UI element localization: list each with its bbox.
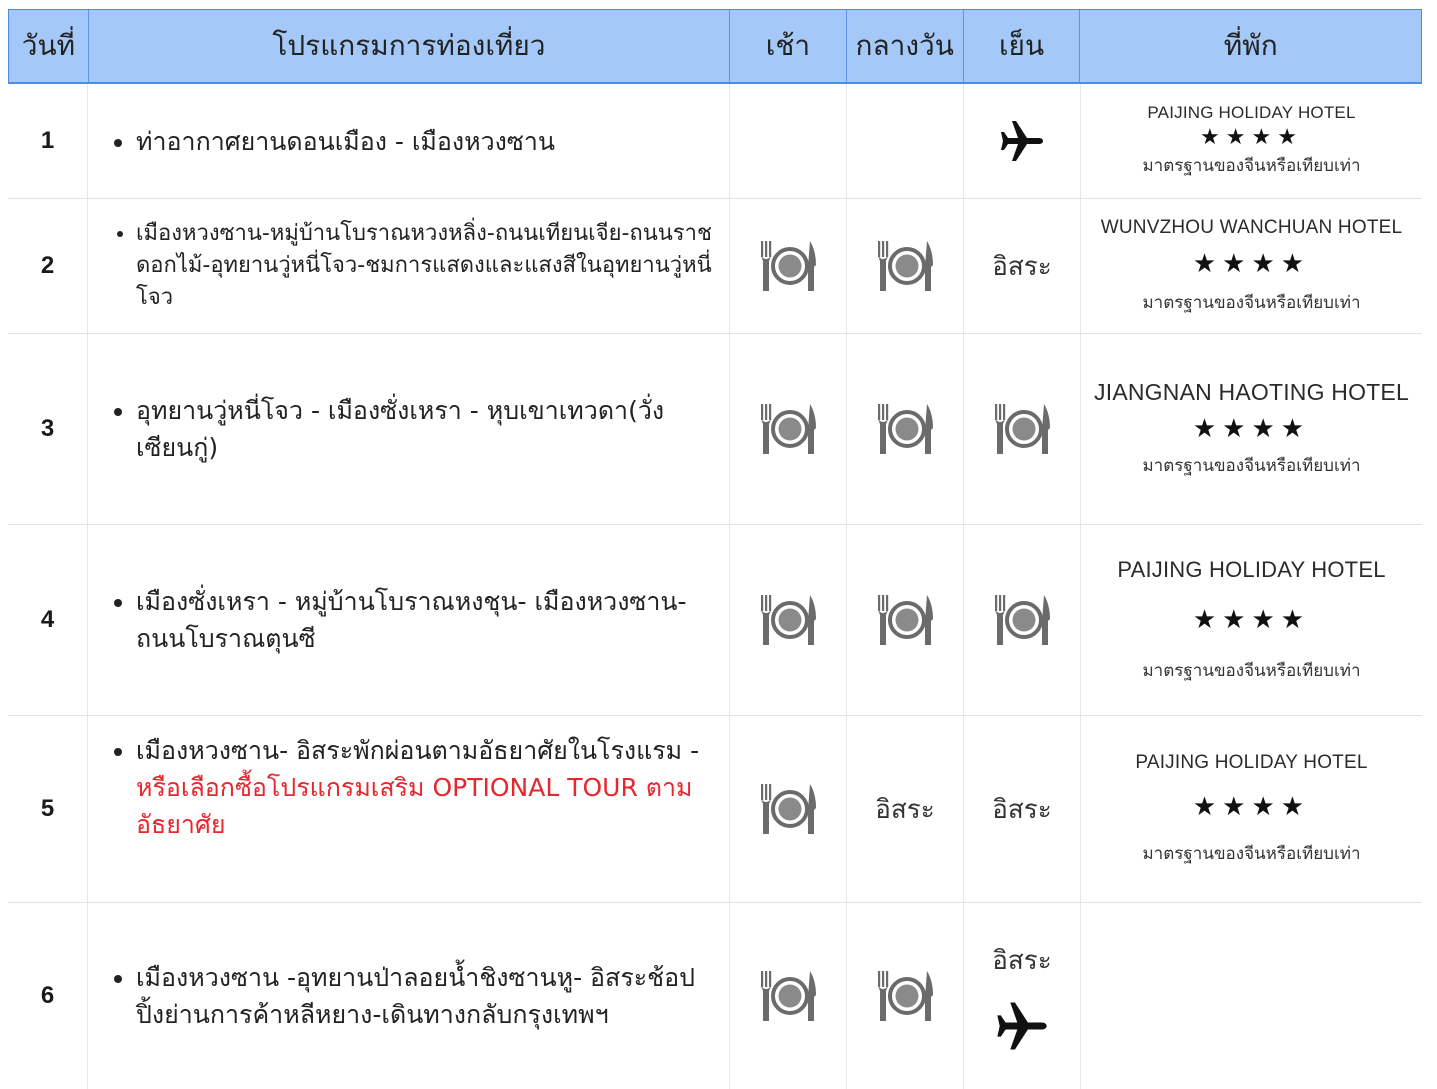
day-number: 2 <box>8 199 88 333</box>
hotel-standard-note: มาตรฐานของจีนหรือเทียบเท่า <box>1142 292 1361 313</box>
program-item: เมืองซั่งเหรา - หมู่บ้านโบราณหงชุน- เมือ… <box>136 583 721 657</box>
hotel-cell: PAIJING HOLIDAY HOTEL ★★★★ มาตรฐานของจีน… <box>1081 84 1422 198</box>
dinner-cell <box>964 334 1081 524</box>
hotel-standard-note: มาตรฐานของจีนหรือเทียบเท่า <box>1142 156 1361 176</box>
star-rating: ★★★★ <box>1200 125 1303 150</box>
program-cell: เมืองหวงซาน -อุทยานป่าลอยน้ำชิงซานหู- อิ… <box>88 903 730 1089</box>
day-number: 1 <box>8 84 88 198</box>
star-rating: ★★★★ <box>1192 414 1311 444</box>
table-header: วันที่ โปรแกรมการท่องเที่ยว เช้า กลางวัน… <box>8 9 1422 84</box>
program-cell: เมืองหวงซาน- อิสระพักผ่อนตามอัธยาศัยในโร… <box>88 716 730 902</box>
hotel-name: PAIJING HOLIDAY HOTEL <box>1135 751 1368 773</box>
hotel-name: JIANGNAN HAOTING HOTEL <box>1094 379 1409 405</box>
hotel-name: PAIJING HOLIDAY HOTEL <box>1117 556 1386 582</box>
star-rating: ★★★★ <box>1192 604 1311 635</box>
breakfast-cell <box>730 903 847 1089</box>
header-hotel: ที่พัก <box>1223 29 1278 62</box>
hotel-cell: PAIJING HOLIDAY HOTEL ★★★★ มาตรฐานของจีน… <box>1081 525 1422 715</box>
header-day: วันที่ <box>9 10 89 82</box>
hotel-cell: JIANGNAN HAOTING HOTEL ★★★★ มาตรฐานของจี… <box>1081 334 1422 524</box>
table-row: 3 อุทยานวู่หนี่โจว - เมืองซั่งเหรา - หุบ… <box>8 334 1422 525</box>
program-cell: ท่าอากาศยานดอนเมือง - เมืองหวงซาน <box>88 84 730 198</box>
program-item: อุทยานวู่หนี่โจว - เมืองซั่งเหรา - หุบเข… <box>136 392 721 466</box>
program-item: เมืองหวงซาน -อุทยานป่าลอยน้ำชิงซานหู- อิ… <box>136 959 721 1033</box>
header-lunch: กลางวัน <box>847 10 964 82</box>
day-number: 3 <box>8 334 88 524</box>
meal-icon <box>875 591 935 649</box>
hotel-cell <box>1081 903 1422 1089</box>
airplane-icon <box>999 118 1045 164</box>
table-row: 2 เมืองหวงซาน-หมู่บ้านโบราณหวงหลิ่ง-ถนนเ… <box>8 199 1422 334</box>
meal-icon <box>875 237 935 295</box>
lunch-cell <box>847 199 964 333</box>
lunch-cell <box>847 525 964 715</box>
breakfast-cell <box>730 334 847 524</box>
day-number: 6 <box>8 903 88 1089</box>
meal-icon <box>992 400 1052 458</box>
lunch-cell <box>847 334 964 524</box>
program-item: ท่าอากาศยานดอนเมือง - เมืองหวงซาน <box>136 123 555 160</box>
itinerary-table: วันที่ โปรแกรมการท่องเที่ยว เช้า กลางวัน… <box>8 9 1422 1089</box>
day-number: 4 <box>8 525 88 715</box>
lunch-cell <box>847 84 964 198</box>
lunch-cell: อิสระ <box>847 716 964 902</box>
hotel-standard-note: มาตรฐานของจีนหรือเทียบเท่า <box>1142 456 1361 476</box>
program-item: เมืองหวงซาน- อิสระพักผ่อนตามอัธยาศัยในโร… <box>136 732 721 843</box>
hotel-cell: WUNVZHOU WANCHUAN HOTEL ★★★★ มาตรฐานของจ… <box>1081 199 1422 333</box>
hotel-name: PAIJING HOLIDAY HOTEL <box>1147 103 1356 122</box>
table-row: 1 ท่าอากาศยานดอนเมือง - เมืองหวงซาน PAIJ… <box>8 84 1422 199</box>
program-cell: เมืองหวงซาน-หมู่บ้านโบราณหวงหลิ่ง-ถนนเที… <box>88 199 730 333</box>
program-cell: เมืองซั่งเหรา - หมู่บ้านโบราณหงชุน- เมือ… <box>88 525 730 715</box>
program-text: เมืองหวงซาน- อิสระพักผ่อนตามอัธยาศัยในโร… <box>136 736 700 765</box>
lunch-cell <box>847 903 964 1089</box>
airplane-icon <box>995 999 1049 1053</box>
meal-icon <box>758 780 818 838</box>
hotel-cell: PAIJING HOLIDAY HOTEL ★★★★ มาตรฐานของจีน… <box>1081 716 1422 902</box>
header-breakfast: เช้า <box>730 10 847 82</box>
star-rating: ★★★★ <box>1192 248 1311 279</box>
dinner-cell <box>964 525 1081 715</box>
hotel-standard-note: มาตรฐานของจีนหรือเทียบเท่า <box>1142 843 1361 864</box>
meal-icon <box>758 400 818 458</box>
hotel-standard-note: มาตรฐานของจีนหรือเทียบเท่า <box>1142 660 1361 681</box>
meal-icon <box>758 237 818 295</box>
free-meal-label: อิสระ <box>992 945 1052 976</box>
dinner-cell: อิสระ <box>964 199 1081 333</box>
meal-icon <box>758 591 818 649</box>
table-row: 4 เมืองซั่งเหรา - หมู่บ้านโบราณหงชุน- เม… <box>8 525 1422 716</box>
breakfast-cell <box>730 84 847 198</box>
optional-tour-note: หรือเลือกซื้อโปรแกรมเสริม OPTIONAL TOUR … <box>136 773 693 839</box>
free-meal-label: อิสระ <box>875 794 935 825</box>
meal-icon <box>992 591 1052 649</box>
header-dinner: เย็น <box>964 10 1081 82</box>
breakfast-cell <box>730 716 847 902</box>
dinner-cell: อิสระ <box>964 716 1081 902</box>
breakfast-cell <box>730 199 847 333</box>
meal-icon <box>875 967 935 1025</box>
meal-icon <box>758 967 818 1025</box>
header-program: โปรแกรมการท่องเที่ยว <box>89 10 730 82</box>
hotel-name: WUNVZHOU WANCHUAN HOTEL <box>1100 216 1403 238</box>
day-number: 5 <box>8 716 88 902</box>
breakfast-cell <box>730 525 847 715</box>
free-meal-label: อิสระ <box>992 794 1052 825</box>
table-row: 6 เมืองหวงซาน -อุทยานป่าลอยน้ำชิงซานหู- … <box>8 903 1422 1089</box>
table-row: 5 เมืองหวงซาน- อิสระพักผ่อนตามอัธยาศัยใน… <box>8 716 1422 903</box>
free-meal-label: อิสระ <box>992 251 1052 282</box>
dinner-cell: อิสระ <box>964 903 1081 1089</box>
star-rating: ★★★★ <box>1192 791 1311 822</box>
program-item: เมืองหวงซาน-หมู่บ้านโบราณหวงหลิ่ง-ถนนเที… <box>136 218 721 314</box>
dinner-cell <box>964 84 1081 198</box>
program-cell: อุทยานวู่หนี่โจว - เมืองซั่งเหรา - หุบเข… <box>88 334 730 524</box>
meal-icon <box>875 400 935 458</box>
